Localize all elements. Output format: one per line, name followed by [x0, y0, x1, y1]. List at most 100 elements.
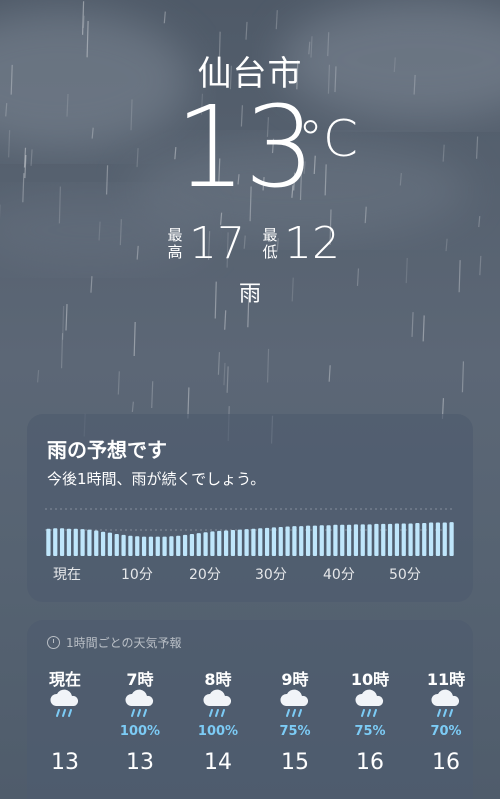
precip-bar [326, 525, 331, 556]
precip-bar [107, 532, 113, 556]
tick-label: 50分 [389, 567, 421, 583]
high-value: 17 [189, 218, 245, 269]
rain-streak [91, 127, 94, 139]
precip-bar [340, 524, 345, 556]
precip-bar [210, 531, 215, 556]
rain-streak [98, 221, 101, 241]
precip-bar [141, 536, 147, 556]
precip-bar [196, 533, 201, 556]
precip-bar [442, 522, 447, 556]
hour-item: 8時 100% 14 [188, 666, 248, 775]
precip-bar [66, 528, 72, 556]
rain-streak [151, 381, 154, 409]
rain-cloud-icon [265, 688, 325, 724]
precip-bar [292, 526, 297, 556]
precip-bar [251, 528, 256, 556]
precip-bar [299, 526, 304, 556]
rain-streak [364, 206, 367, 224]
tick-label: 10分 [121, 567, 153, 583]
rain-streak [119, 219, 122, 246]
precip-bar [346, 524, 352, 556]
hourly-forecast-card[interactable]: 1時間ごとの天気予報 現在 13 7時 100% 13 8時 100% 14 9… [27, 620, 473, 799]
rain-streak [478, 216, 481, 228]
hourly-header-label: 1時間ごとの天気予報 [66, 636, 182, 650]
precip-bar [148, 536, 154, 556]
rain-streak [266, 348, 270, 383]
precip-bar [169, 536, 174, 556]
precip-bar [449, 522, 454, 556]
low-label: 最低 [262, 225, 278, 261]
hour-temperature: 13 [126, 750, 154, 775]
rain-streak [23, 147, 27, 168]
hour-item: 7時 100% 13 [110, 666, 170, 775]
hour-label: 7時 [126, 670, 154, 689]
hour-temperature: 14 [204, 750, 232, 775]
precip-bar [155, 536, 160, 556]
rain-streak [5, 102, 8, 117]
clock-icon [47, 636, 60, 649]
precip-bar [223, 530, 229, 556]
hour-item: 10時 75% 16 [340, 666, 400, 775]
precip-bar [121, 534, 126, 556]
precip-bar [87, 529, 92, 556]
precip-bar [46, 528, 51, 556]
rain-streak [24, 154, 27, 179]
precip-bar [353, 524, 359, 556]
hour-label: 8時 [204, 670, 232, 689]
rain-streak [411, 312, 414, 337]
precip-bar [285, 526, 290, 556]
rain-streak [36, 370, 40, 383]
precip-bar [230, 530, 236, 556]
high-label: 最高 [167, 225, 183, 261]
precip-bar [387, 523, 393, 556]
weather-condition: 雨 [238, 282, 261, 307]
rain-streak [226, 366, 229, 393]
precip-bar [176, 535, 181, 556]
precip-bar [100, 531, 106, 556]
precip-bar [135, 536, 140, 556]
hour-item: 11時 70% 16 [416, 666, 476, 775]
rain-streak [163, 11, 166, 24]
hour-label: 9時 [281, 670, 309, 689]
precip-bar [162, 536, 167, 556]
rain-streak [445, 238, 448, 252]
rain-streak [224, 310, 227, 330]
rain-streak [81, 1, 85, 35]
rain-streak [117, 371, 120, 395]
rain-streak [475, 136, 479, 159]
temperature-unit: °C [298, 110, 358, 168]
precip-bar [360, 524, 365, 556]
precip-bar [258, 528, 263, 556]
precipitation-title: 雨の予想です [47, 438, 167, 462]
rain-streak [461, 361, 465, 393]
rain-streak [66, 93, 69, 117]
precip-bar [381, 523, 386, 556]
rain-streak [136, 148, 139, 168]
hour-label: 10時 [350, 670, 390, 689]
high-temperature: 最高 17 [167, 218, 245, 269]
hour-temperature: 16 [432, 750, 460, 775]
hour-item: 9時 75% 15 [265, 666, 325, 775]
precip-bar [59, 528, 65, 556]
hourly-list[interactable]: 現在 13 7時 100% 13 8時 100% 14 9時 75% 15 10… [27, 666, 473, 796]
precip-bar [415, 523, 420, 556]
rain-streak [324, 164, 327, 196]
precipitation-chart [45, 508, 455, 556]
rain-chance: 100% [119, 724, 161, 739]
precip-bar [374, 523, 379, 556]
rain-cloud-icon [340, 688, 400, 724]
rain-streak [105, 165, 109, 195]
rain-cloud-icon [35, 688, 95, 724]
rain-chance: 75% [279, 724, 311, 739]
rain-streak [217, 352, 221, 375]
precip-bar [217, 530, 222, 556]
hour-label: 11時 [426, 670, 466, 689]
precipitation-card[interactable]: 雨の予想です 今後1時間、雨が続くでしょう。 現在 10分 20分 30分 40… [27, 414, 473, 602]
hour-temperature: 15 [281, 750, 309, 775]
rain-streak [422, 315, 425, 342]
precip-bar [408, 523, 413, 556]
rain-streak [82, 15, 85, 29]
low-temperature: 最低 12 [262, 218, 340, 269]
rain-streak [131, 401, 134, 412]
rain-streak [30, 149, 33, 166]
